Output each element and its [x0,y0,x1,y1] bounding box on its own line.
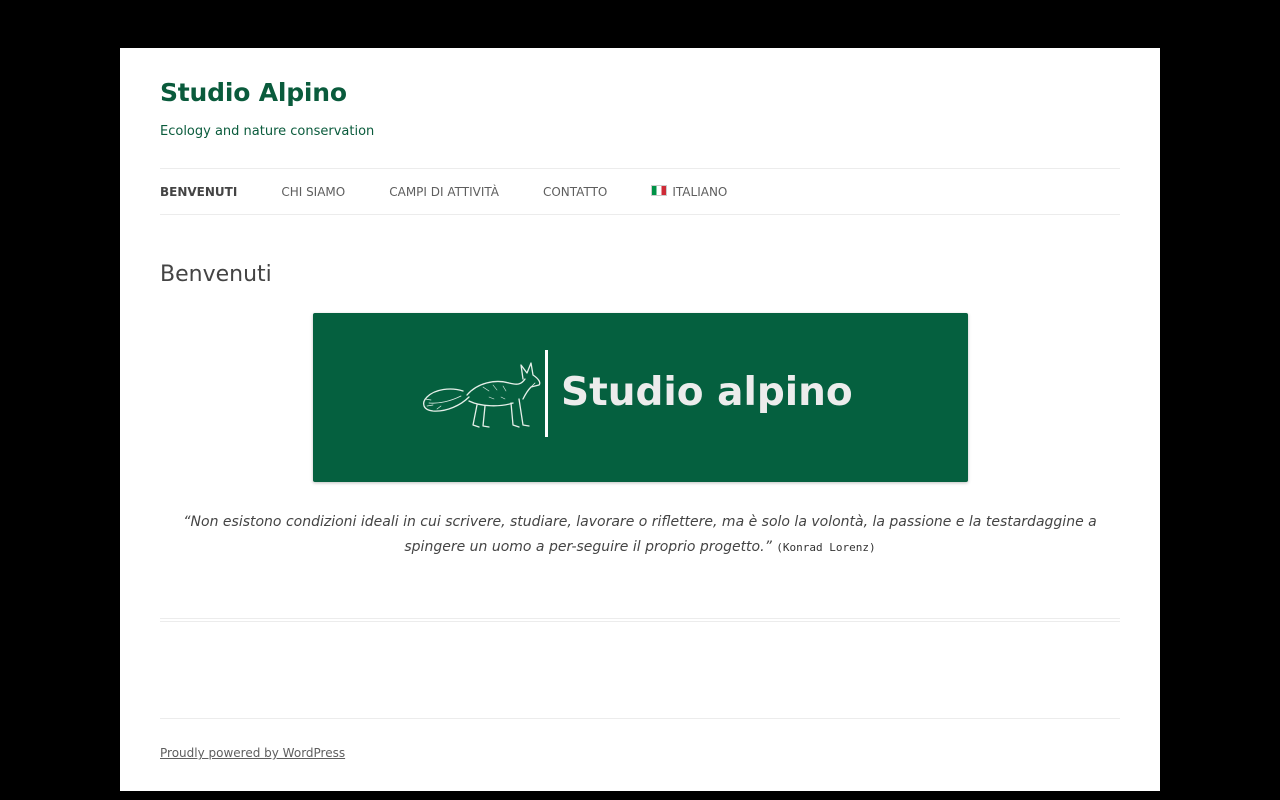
page-title: Benvenuti [160,262,272,287]
italian-flag-icon [651,185,668,196]
footer-divider [160,718,1120,719]
quote-close-mark: ” [764,539,772,555]
nav-item-benvenuti[interactable]: BENVENUTI [160,185,237,199]
quote-author: (Konrad Lorenz) [776,541,876,554]
content-divider-secondary [160,621,1120,622]
page-container: Studio Alpino Ecology and nature conserv… [120,48,1160,791]
nav-item-chi-siamo[interactable]: CHI SIAMO [281,185,345,199]
banner-divider [545,350,548,437]
site-title[interactable]: Studio Alpino [160,78,347,107]
nav-item-label: CONTATTO [542,184,608,199]
nav-item-label: CAMPI DI ATTIVITÀ [389,184,499,199]
quote-paragraph: “Non esistono condizioni ideali in cui s… [160,510,1120,560]
nav-item-language[interactable]: ITALIANO [651,185,727,199]
site-tagline: Ecology and nature conservation [160,124,375,139]
studio-alpino-banner: Studio alpino [313,313,968,482]
nav-item-label: ITALIANO [672,184,728,199]
nav-item-label: BENVENUTI [160,184,238,199]
quote-text: Non esistono condizioni ideali in cui sc… [190,514,1097,555]
quote-open-mark: “ [183,514,191,530]
nav-item-campi-di-attivita[interactable]: CAMPI DI ATTIVITÀ [389,185,499,199]
nav-item-label: CHI SIAMO [281,184,346,199]
content-divider [160,618,1120,619]
banner-graphic: Studio alpino [422,350,853,437]
banner-text: Studio alpino [561,370,853,415]
nav-item-contatto[interactable]: CONTATTO [543,185,607,199]
fox-logo-icon [422,362,541,428]
main-navigation: BENVENUTI CHI SIAMO CAMPI DI ATTIVITÀ CO… [160,168,1120,215]
powered-by-wordpress-link[interactable]: Proudly powered by WordPress [160,746,345,760]
